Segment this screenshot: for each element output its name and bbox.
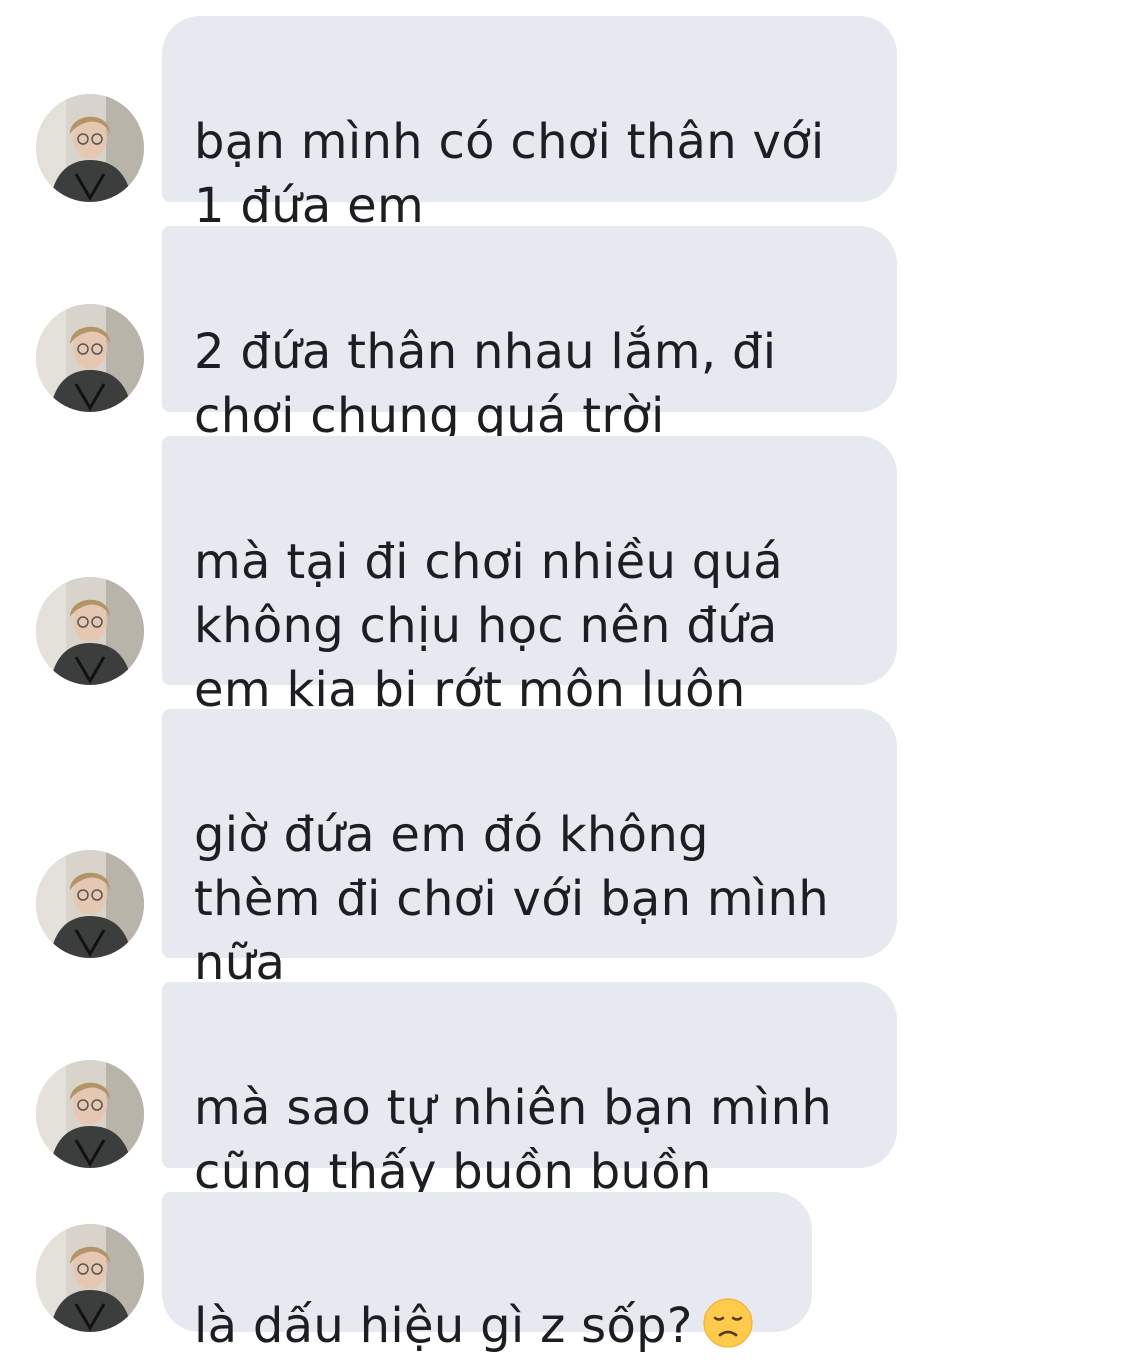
avatar-photo-icon [36, 94, 144, 202]
sender-avatar[interactable] [36, 1224, 144, 1332]
message-row: là dấu hiệu gì z sốp? [0, 1192, 1125, 1354]
sender-avatar[interactable] [36, 577, 144, 685]
message-row: bạn mình có chơi thân với 1 đứa em [0, 16, 1125, 234]
sender-avatar[interactable] [36, 304, 144, 412]
message-text: giờ đứa em đó không thèm đi chơi với bạn… [194, 807, 829, 991]
message-text: bạn mình có chơi thân với 1 đứa em [194, 114, 825, 234]
disappointed-face-emoji-icon [703, 1298, 753, 1348]
avatar-photo-icon [36, 577, 144, 685]
sender-avatar[interactable] [36, 94, 144, 202]
message-text: mà tại đi chơi nhiều quá không chịu học … [194, 534, 783, 718]
message-row: giờ đứa em đó không thèm đi chơi với bạn… [0, 709, 1125, 991]
avatar-photo-icon [36, 304, 144, 412]
message-row: 2 đứa thân nhau lắm, đi chơi chung quá t… [0, 226, 1125, 444]
message-row: mà tại đi chơi nhiều quá không chịu học … [0, 436, 1125, 718]
message-text: 2 đứa thân nhau lắm, đi chơi chung quá t… [194, 324, 777, 444]
message-row: mà sao tự nhiên bạn mình cũng thấy buồn … [0, 982, 1125, 1200]
message-bubble[interactable]: bạn mình có chơi thân với 1 đứa em [162, 16, 897, 234]
sender-avatar[interactable] [36, 1060, 144, 1168]
message-bubble[interactable]: mà tại đi chơi nhiều quá không chịu học … [162, 436, 897, 718]
message-text: là dấu hiệu gì z sốp? [194, 1298, 693, 1354]
message-bubble[interactable]: là dấu hiệu gì z sốp? [162, 1192, 812, 1354]
avatar-photo-icon [36, 1224, 144, 1332]
sender-avatar[interactable] [36, 850, 144, 958]
message-text: mà sao tự nhiên bạn mình cũng thấy buồn … [194, 1080, 833, 1200]
avatar-photo-icon [36, 850, 144, 958]
message-bubble[interactable]: 2 đứa thân nhau lắm, đi chơi chung quá t… [162, 226, 897, 444]
message-bubble[interactable]: mà sao tự nhiên bạn mình cũng thấy buồn … [162, 982, 897, 1200]
message-bubble[interactable]: giờ đứa em đó không thèm đi chơi với bạn… [162, 709, 897, 991]
avatar-photo-icon [36, 1060, 144, 1168]
